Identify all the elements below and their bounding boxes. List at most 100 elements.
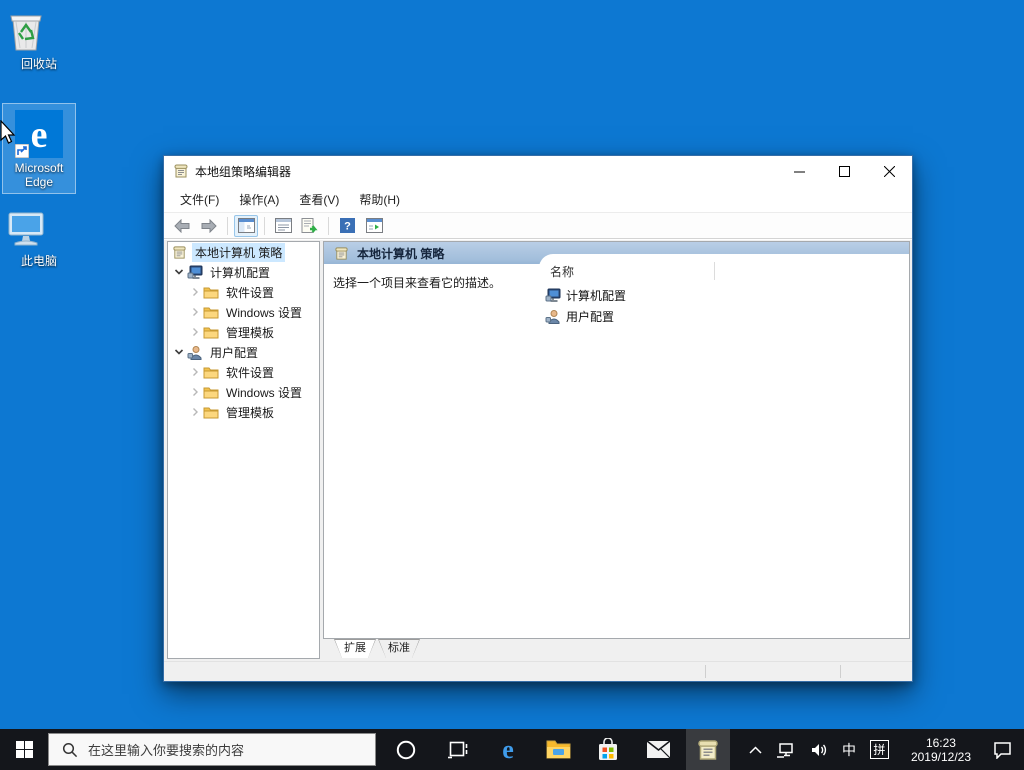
chevron-right-icon[interactable] xyxy=(189,406,201,418)
folder-icon xyxy=(203,365,219,379)
folder-icon xyxy=(203,325,219,339)
edge-icon: e xyxy=(15,110,63,158)
menu-action[interactable]: 操作(A) xyxy=(229,187,289,212)
taskbar-search-box[interactable]: 在这里输入你要搜索的内容 xyxy=(48,733,376,766)
list-item-user-config[interactable]: 用户配置 xyxy=(545,307,614,325)
tree-item-software-settings[interactable]: 软件设置 xyxy=(168,282,319,302)
menu-file[interactable]: 文件(F) xyxy=(170,187,229,212)
desktop-icon-edge[interactable]: e Microsoft Edge xyxy=(2,103,76,194)
folder-icon xyxy=(203,405,219,419)
taskbar-gpedit-button[interactable] xyxy=(686,729,730,770)
tree-root-label: 本地计算机 策略 xyxy=(192,242,286,262)
chevron-down-icon[interactable] xyxy=(173,346,185,358)
tree-item-admin-templates[interactable]: 管理模板 xyxy=(168,402,319,422)
ime-mode-button[interactable]: 拼 xyxy=(863,729,896,770)
user-config-icon xyxy=(187,345,203,360)
tree-item-computer-config[interactable]: 计算机配置 xyxy=(168,262,319,282)
tree-item-label: Windows 设置 xyxy=(226,385,303,400)
tray-expand-button[interactable] xyxy=(742,729,769,770)
action-center-icon xyxy=(994,741,1011,759)
tree-item-label: 管理模板 xyxy=(226,405,275,420)
tab-standard[interactable]: 标准 xyxy=(378,639,420,658)
maximize-button[interactable] xyxy=(822,156,867,186)
show-action-pane-button[interactable] xyxy=(362,215,386,237)
view-tabs: 扩展 标准 xyxy=(330,639,910,659)
recycle-bin-label: 回收站 xyxy=(20,57,57,71)
chevron-down-icon[interactable] xyxy=(173,266,185,278)
action-center-button[interactable] xyxy=(986,729,1024,770)
back-button[interactable] xyxy=(170,215,194,237)
store-button[interactable] xyxy=(586,729,630,770)
chevron-right-icon[interactable] xyxy=(189,306,201,318)
menu-help[interactable]: 帮助(H) xyxy=(349,187,410,212)
tree-item-admin-templates[interactable]: 管理模板 xyxy=(168,322,319,342)
computer-config-icon xyxy=(545,288,561,303)
mouse-cursor xyxy=(0,120,17,146)
desktop-icon-this-pc[interactable]: 此电脑 xyxy=(3,205,75,268)
volume-tray-button[interactable] xyxy=(803,729,835,770)
title-bar[interactable]: 本地组策略编辑器 xyxy=(164,156,912,186)
list-item-label: 计算机配置 xyxy=(566,288,627,303)
policy-scroll-icon xyxy=(172,245,188,260)
tree-item-user-config[interactable]: 用户配置 xyxy=(168,342,319,362)
tree-item-software-settings[interactable]: 软件设置 xyxy=(168,362,319,382)
items-list-panel[interactable]: 名称 计算机配置 用户配置 xyxy=(539,254,909,638)
system-tray: 中 拼 16:23 2019/12/23 xyxy=(742,729,1024,770)
column-header-name[interactable]: 名称 xyxy=(539,262,715,280)
toolbar-separator xyxy=(264,216,265,235)
mail-button[interactable] xyxy=(636,729,680,770)
desktop-icon-recycle-bin[interactable]: 回收站 xyxy=(3,8,75,71)
list-item-computer-config[interactable]: 计算机配置 xyxy=(545,286,626,304)
task-view-button[interactable] xyxy=(436,729,480,770)
taskbar: 在这里输入你要搜索的内容 e 中 拼 16:23 2019/12/23 xyxy=(0,729,1024,770)
help-button[interactable]: ? xyxy=(335,215,359,237)
taskbar-edge-button[interactable]: e xyxy=(486,729,530,770)
status-bar xyxy=(164,661,912,681)
close-button[interactable] xyxy=(867,156,912,186)
toolbar-separator xyxy=(227,216,228,235)
recycle-bin-icon xyxy=(3,8,75,54)
tree-item-label: 计算机配置 xyxy=(210,265,271,280)
svg-text:?: ? xyxy=(344,221,351,233)
properties-button[interactable] xyxy=(271,215,295,237)
ime-language-button[interactable]: 中 xyxy=(835,729,863,770)
start-button[interactable] xyxy=(0,729,48,770)
folder-icon xyxy=(203,305,219,319)
minimize-button[interactable] xyxy=(777,156,822,186)
cortana-button[interactable] xyxy=(384,729,428,770)
chevron-right-icon[interactable] xyxy=(189,386,201,398)
chevron-up-icon xyxy=(749,745,762,754)
forward-button[interactable] xyxy=(197,215,221,237)
this-pc-label: 此电脑 xyxy=(20,254,57,268)
list-item-label: 用户配置 xyxy=(566,309,615,324)
shortcut-arrow-icon xyxy=(15,144,29,158)
menu-view[interactable]: 查看(V) xyxy=(289,187,349,212)
folder-icon xyxy=(203,285,219,299)
show-console-tree-button[interactable] xyxy=(234,214,258,237)
chevron-right-icon[interactable] xyxy=(189,326,201,338)
store-icon xyxy=(599,737,617,760)
tree-root[interactable]: 本地计算机 策略 xyxy=(168,242,319,262)
tree-item-windows-settings[interactable]: Windows 设置 xyxy=(168,302,319,322)
export-list-button[interactable] xyxy=(298,215,322,237)
tab-extended[interactable]: 扩展 xyxy=(334,639,376,658)
results-header-title: 本地计算机 策略 xyxy=(357,246,445,261)
cortana-icon xyxy=(396,740,416,759)
tree-item-label: 软件设置 xyxy=(226,285,275,300)
file-explorer-button[interactable] xyxy=(536,729,580,770)
network-tray-button[interactable] xyxy=(769,729,803,770)
clock[interactable]: 16:23 2019/12/23 xyxy=(896,729,986,770)
user-config-icon xyxy=(545,309,561,324)
search-icon xyxy=(62,742,78,757)
task-view-icon xyxy=(448,741,468,758)
chevron-right-icon[interactable] xyxy=(189,286,201,298)
menu-bar: 文件(F) 操作(A) 查看(V) 帮助(H) xyxy=(164,186,912,212)
console-tree-pane[interactable]: 本地计算机 策略 计算机配置 软件设置 Windows 设置 管理模板 用户配置… xyxy=(167,241,320,659)
tray-time: 16:23 xyxy=(925,735,956,750)
computer-config-icon xyxy=(187,265,203,280)
chevron-right-icon[interactable] xyxy=(189,366,201,378)
toolbar-separator xyxy=(328,216,329,235)
gpedit-window: 本地组策略编辑器 文件(F) 操作(A) 查看(V) 帮助(H) ? 本地计算机… xyxy=(163,155,913,682)
network-icon xyxy=(776,742,793,758)
tree-item-windows-settings[interactable]: Windows 设置 xyxy=(168,382,319,402)
